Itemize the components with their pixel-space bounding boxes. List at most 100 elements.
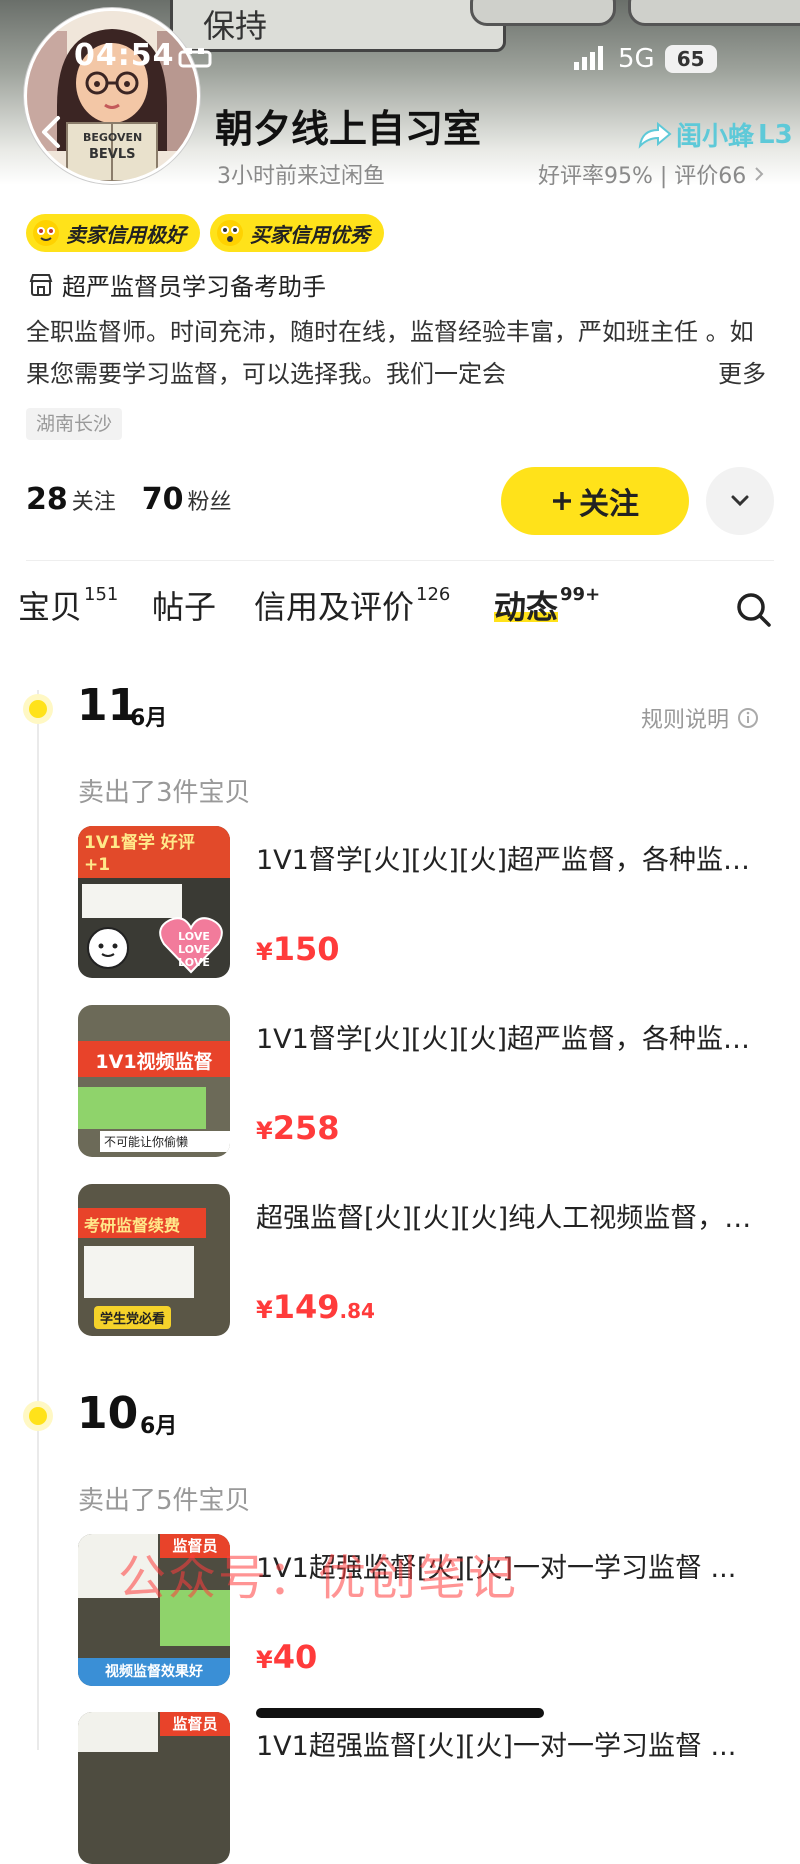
tab-items[interactable]: 宝贝 151 bbox=[18, 582, 118, 628]
rules-link[interactable]: 规则说明 bbox=[641, 702, 759, 734]
item-price: ¥149.84 bbox=[256, 1288, 375, 1326]
item-thumbnail: 1V1督学 好评+1 LOVE LOVE LOVE bbox=[78, 826, 230, 978]
shop-icon bbox=[29, 273, 53, 296]
chevron-right-icon bbox=[755, 167, 764, 181]
info-icon bbox=[738, 708, 759, 728]
thumbnail-chat-bubble bbox=[78, 1712, 158, 1752]
list-item[interactable]: 1V1督学 好评+1 LOVE LOVE LOVE 1V1督学[火][火][火]… bbox=[78, 826, 778, 978]
tab-label: 帖子 bbox=[152, 588, 217, 626]
plus-icon bbox=[553, 492, 571, 510]
chevron-down-icon bbox=[731, 495, 749, 507]
intro-title-text: 超严监督员学习备考助手 bbox=[62, 273, 326, 301]
currency-symbol: ¥ bbox=[256, 1296, 273, 1324]
tab-activity[interactable]: 动态 99+ bbox=[494, 582, 600, 628]
item-price: ¥40 bbox=[256, 1638, 317, 1676]
timeline-month: 6月 bbox=[140, 1414, 178, 1439]
list-item[interactable]: 监督员 1V1超强监督[火][火]一对一学习监督 ... bbox=[78, 1712, 778, 1864]
more-options-button[interactable] bbox=[706, 467, 774, 535]
tab-count: 99+ bbox=[560, 584, 601, 606]
level-arrow-icon bbox=[638, 121, 672, 149]
thumbnail-chat-bubble bbox=[82, 884, 182, 918]
list-item[interactable]: 考研监督续费 学生党必看 超强监督[火][火][火]纯人工视频监督，一对一 ¥1… bbox=[78, 1184, 778, 1336]
tab-credit-reviews[interactable]: 信用及评价 126 bbox=[254, 582, 450, 628]
timeline-month: 6月 bbox=[130, 706, 168, 731]
list-item[interactable]: 1V1视频监督 不可能让你偷懒 1V1督学[火][火][火]超严监督，各种监督方… bbox=[78, 1005, 778, 1157]
surprised-face-icon bbox=[217, 220, 243, 246]
price-integer: 150 bbox=[272, 930, 340, 968]
sold-summary: 卖出了3件宝贝 bbox=[78, 778, 251, 808]
search-icon[interactable] bbox=[734, 590, 774, 630]
background-shape bbox=[628, 0, 800, 26]
timeline-dot bbox=[29, 700, 47, 718]
item-thumbnail: 1V1视频监督 不可能让你偷懒 bbox=[78, 1005, 230, 1157]
intro-body-text: 全职监督师。时间充沛，随时在线，监督经验丰富，严如班主任 。如果您需要学习监督，… bbox=[26, 318, 754, 388]
intro-more-link[interactable]: 更多 bbox=[688, 353, 766, 395]
status-indicators: 5G 65 bbox=[574, 44, 717, 74]
fans-count: 70 bbox=[141, 482, 184, 517]
currency-symbol: ¥ bbox=[256, 1646, 273, 1674]
rating-summary[interactable]: 好评率95% | 评价66 bbox=[538, 158, 764, 190]
timeline-line bbox=[37, 690, 39, 1750]
thumbnail-chat-bubble bbox=[84, 1246, 194, 1298]
buyer-credit-badge[interactable]: 买家信用优秀 bbox=[210, 214, 384, 252]
thumbnail-chat-bubble bbox=[78, 1087, 206, 1129]
back-arrow-icon[interactable] bbox=[32, 112, 72, 152]
tab-label-wrap: 动态 bbox=[494, 582, 559, 628]
home-indicator[interactable] bbox=[256, 1708, 544, 1718]
background-shape bbox=[470, 0, 616, 26]
following-label: 关注 bbox=[71, 490, 116, 515]
level-brand-text: 闺小蜂 bbox=[676, 122, 755, 152]
cellular-data-icon bbox=[178, 48, 212, 68]
item-title: 1V1督学[火][火][火]超严监督，各种监督方式 bbox=[256, 845, 776, 876]
divider bbox=[26, 560, 774, 561]
network-type: 5G bbox=[618, 44, 655, 74]
intro-title: 超严监督员学习备考助手 bbox=[28, 267, 326, 302]
rating-text: 好评率95% | 评价66 bbox=[538, 164, 747, 189]
tab-label: 宝贝 bbox=[18, 588, 83, 626]
following-stat[interactable]: 28 关注 bbox=[26, 482, 116, 517]
avatar[interactable]: BEGOVEN BEVLS bbox=[24, 8, 200, 184]
price-integer: 40 bbox=[272, 1638, 318, 1676]
background-sign: 保持 bbox=[170, 0, 506, 52]
fans-label: 粉丝 bbox=[187, 490, 232, 515]
tab-count: 151 bbox=[84, 584, 119, 606]
avatar-text: BEGOVEN bbox=[83, 131, 143, 144]
tab-label: 信用及评价 bbox=[254, 588, 415, 626]
seller-credit-badge[interactable]: 卖家信用极好 bbox=[26, 214, 200, 252]
item-price: ¥150 bbox=[256, 930, 340, 968]
avatar-text: BEVLS bbox=[89, 147, 136, 162]
shop-name: 朝夕线上自习室 bbox=[215, 107, 482, 151]
status-time: 04:54 bbox=[74, 38, 175, 73]
profile-tabs: 宝贝 151 帖子 信用及评价 126 动态 99+ bbox=[18, 582, 778, 642]
seller-level-badge[interactable]: 闺小蜂 L3 bbox=[636, 116, 793, 153]
timeline-dot bbox=[29, 1407, 47, 1425]
item-title: 超强监督[火][火][火]纯人工视频监督，一对一 bbox=[256, 1203, 776, 1234]
seller-credit-label: 卖家信用极好 bbox=[66, 222, 186, 247]
location-tag: 湖南长沙 bbox=[26, 408, 123, 440]
tab-label: 动态 bbox=[494, 588, 559, 626]
item-thumbnail: 考研监督续费 学生党必看 bbox=[78, 1184, 230, 1336]
price-integer: 258 bbox=[272, 1109, 340, 1147]
thumbnail-caption: 1V1视频监督 bbox=[95, 1051, 213, 1073]
item-price: ¥258 bbox=[256, 1109, 340, 1147]
thumbnail-caption: 考研监督续费 bbox=[84, 1216, 181, 1235]
price-integer: 149 bbox=[272, 1288, 340, 1326]
smile-face-icon bbox=[33, 220, 59, 246]
price-decimal: .84 bbox=[339, 1299, 375, 1323]
last-visit-text: 3小时前来过闲鱼 bbox=[217, 164, 385, 189]
thumbnail-sticker-text: 视频监督效果好 bbox=[78, 1658, 230, 1686]
fans-stat[interactable]: 70 粉丝 bbox=[142, 482, 232, 517]
watermark: 公众号：优创笔记 bbox=[118, 1550, 519, 1606]
thumbnail-caption: 监督员 bbox=[160, 1712, 230, 1736]
cartoon-face-icon bbox=[87, 927, 129, 969]
tab-posts[interactable]: 帖子 bbox=[152, 582, 216, 628]
signal-icon bbox=[574, 46, 603, 70]
thumbnail-caption: 1V1督学 好评+1 bbox=[84, 833, 195, 875]
follow-button[interactable]: 关注 bbox=[501, 467, 689, 535]
currency-symbol: ¥ bbox=[256, 1117, 273, 1145]
tab-count: 126 bbox=[416, 584, 451, 606]
follow-button-label: 关注 bbox=[579, 487, 639, 522]
item-thumbnail: 监督员 bbox=[78, 1712, 230, 1864]
rules-link-label: 规则说明 bbox=[641, 708, 730, 733]
thumbnail-sticker-text: 不可能让你偷懒 bbox=[100, 1131, 230, 1152]
